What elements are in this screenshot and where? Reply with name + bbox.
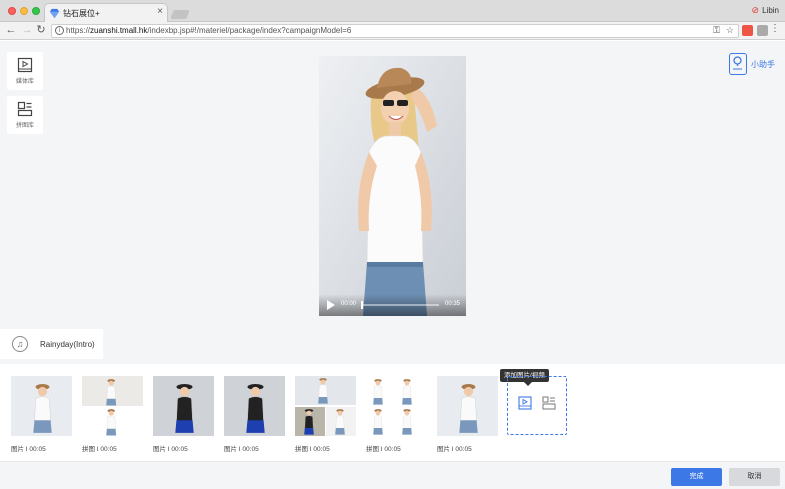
profile-icon: ⊘ [751, 5, 760, 15]
browser-tab[interactable]: 钻石展位+ × [44, 3, 168, 22]
timeline-clip[interactable]: 图片 I 00:05 [11, 376, 72, 453]
clip-thumbnail[interactable] [153, 376, 214, 436]
clip-thumbnail[interactable] [437, 376, 498, 436]
music-title: Rainyday(Intro) [40, 339, 95, 349]
reload-icon[interactable]: ↻ [34, 23, 48, 37]
clip-label: 拼图 I 00:05 [366, 446, 401, 453]
clip-thumbnail[interactable] [82, 376, 143, 436]
cancel-button[interactable]: 取消 [729, 468, 780, 486]
media-library-icon [17, 57, 33, 73]
video-controls: 00:00 00:35 [319, 294, 466, 316]
profile-name: Libin [762, 6, 779, 15]
add-collage-icon[interactable] [542, 396, 556, 410]
timeline-clip[interactable]: 图片 I 00:05 [153, 376, 214, 453]
address-bar[interactable]: i https://zuanshi.tmall.hk/indexbp.jsp#!… [51, 24, 739, 38]
info-icon[interactable]: i [55, 26, 64, 35]
timeline-clip[interactable]: 拼图 I 00:05 [366, 376, 427, 453]
collage-library-label: 拼图库 [15, 123, 34, 129]
window-minimize-button[interactable] [20, 7, 28, 15]
diamond-favicon-icon [49, 8, 60, 19]
tab-close-icon[interactable]: × [157, 6, 163, 17]
back-arrow-icon[interactable]: ← [4, 23, 18, 37]
clip-thumbnail[interactable] [11, 376, 72, 436]
editor-area: 媒体库 拼图库 小助手 00:00 00:35 ♫ Rainyday(Intro… [0, 41, 785, 489]
url-text: https://zuanshi.tmall.hk/indexbp.jsp#!/m… [66, 26, 352, 35]
media-library-button[interactable]: 媒体库 [7, 52, 43, 90]
clip-label: 图片 I 00:05 [437, 446, 472, 453]
assistant-icon [729, 53, 747, 75]
clip-timeline: 图片 I 00:05 拼图 I 00:05 图片 I 00:05 图片 I 00… [0, 364, 785, 464]
assistant-button[interactable]: 小助手 [729, 53, 775, 75]
play-icon[interactable] [327, 300, 335, 310]
timeline-clip[interactable]: 图片 I 00:05 [224, 376, 285, 453]
profile-button[interactable]: ⊘ Libin [752, 5, 779, 16]
clip-thumbnail[interactable] [366, 376, 427, 436]
collage-library-icon [17, 101, 33, 117]
seek-bar[interactable] [361, 301, 439, 309]
media-library-label: 媒体库 [15, 79, 34, 85]
new-tab-button[interactable] [170, 10, 190, 19]
timeline-clip[interactable]: 拼图 I 00:05 [82, 376, 143, 453]
clip-label: 拼图 I 00:05 [295, 446, 330, 453]
collage-library-button[interactable]: 拼图库 [7, 96, 43, 134]
clip-label: 图片 I 00:05 [224, 446, 259, 453]
browser-toolbar: ← → ↻ i https://zuanshi.tmall.hk/indexbp… [0, 22, 785, 40]
background-music[interactable]: ♫ Rainyday(Intro) [0, 329, 103, 359]
video-duration: 00:35 [444, 301, 460, 307]
preview-photo [319, 56, 466, 316]
star-icon[interactable]: ☆ [726, 25, 734, 36]
clip-label: 图片 I 00:05 [11, 446, 46, 453]
clip-thumbnail[interactable] [295, 376, 356, 436]
add-media-button[interactable] [507, 376, 567, 435]
done-button[interactable]: 完成 [671, 468, 722, 486]
action-footer: 完成 取消 [0, 461, 785, 489]
extension-gray-icon[interactable] [757, 25, 768, 36]
forward-arrow-icon[interactable]: → [20, 23, 34, 37]
video-preview[interactable]: 00:00 00:35 [319, 56, 466, 316]
music-note-icon: ♫ [12, 336, 28, 352]
extension-red-icon[interactable] [742, 25, 753, 36]
key-icon[interactable]: ⚿ [713, 25, 720, 36]
tab-title: 钻石展位+ [63, 9, 100, 18]
add-video-icon[interactable] [518, 396, 532, 410]
browser-titlebar: 钻石展位+ × ⊘ Libin [0, 0, 785, 22]
clip-label: 图片 I 00:05 [153, 446, 188, 453]
window-close-button[interactable] [8, 7, 16, 15]
timeline-clip[interactable]: 拼图 I 00:05 [295, 376, 356, 453]
window-zoom-button[interactable] [32, 7, 40, 15]
clip-label: 拼图 I 00:05 [82, 446, 117, 453]
current-time: 00:00 [341, 301, 357, 307]
menu-dots-icon[interactable]: ⋮ [770, 23, 780, 34]
clip-thumbnail[interactable] [224, 376, 285, 436]
seek-knob[interactable] [361, 301, 363, 309]
assistant-label: 小助手 [751, 59, 775, 69]
timeline-clip[interactable]: 图片 I 00:05 [437, 376, 498, 453]
